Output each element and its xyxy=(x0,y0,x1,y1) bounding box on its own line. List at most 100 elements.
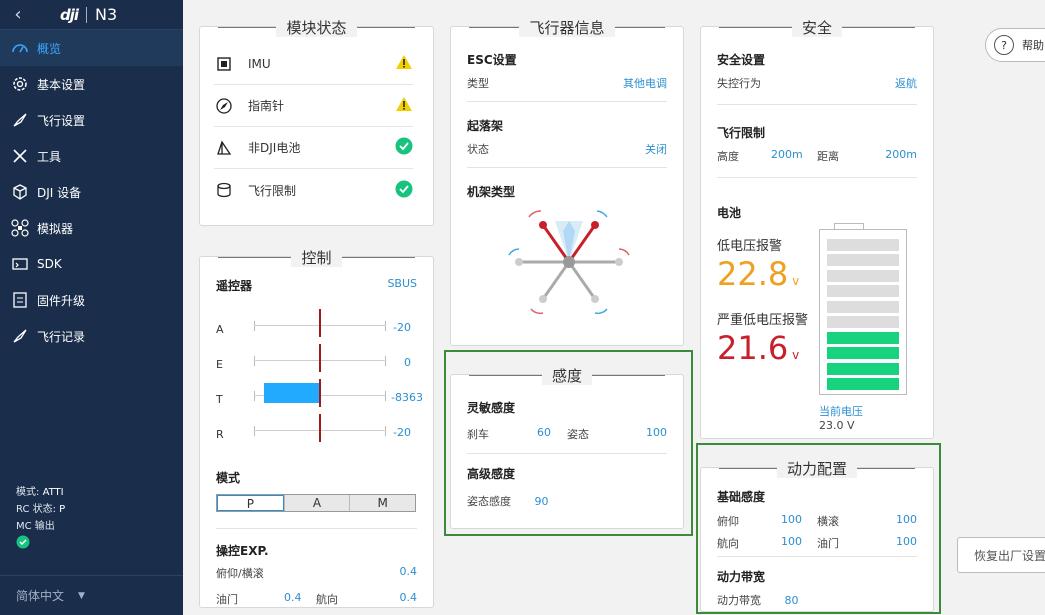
module-status-panel: 模块状态 IMU 指南针 非DJI电池 飞行限制 xyxy=(199,19,434,226)
battery-section-label: 电池 xyxy=(717,206,742,220)
panel-title: 控制 xyxy=(200,247,433,268)
gear-state-value[interactable]: 关闭 xyxy=(645,141,667,157)
mode-option-p[interactable]: P xyxy=(217,495,284,511)
panel-title: 感度 xyxy=(451,365,683,386)
rocket-icon xyxy=(10,110,30,130)
dji-logo: dji xyxy=(60,5,79,24)
yaw-gain-value[interactable]: 100 xyxy=(781,535,802,548)
channel-value: -8363 xyxy=(391,391,423,404)
battery-cell xyxy=(827,300,899,313)
gear-section-label: 起落架 xyxy=(467,119,504,133)
nav-item-sdk[interactable]: SDK xyxy=(0,246,183,282)
low-voltage-label: 低电压报警 xyxy=(717,239,783,254)
battery-gauge xyxy=(819,229,907,395)
battery-cell xyxy=(827,269,899,282)
module-label: 指南针 xyxy=(248,99,285,113)
nav-label: DJI 设备 xyxy=(37,185,82,200)
nav-label: 概览 xyxy=(37,41,62,56)
critical-voltage-label: 严重低电压报警 xyxy=(717,313,809,328)
brake-value[interactable]: 60 xyxy=(537,426,551,439)
gear-icon xyxy=(10,74,30,94)
gauge-icon xyxy=(10,38,30,58)
nav-item-flight[interactable]: 飞行设置 xyxy=(0,102,183,138)
exp-pitch-roll-row: 俯仰/横滚 0.4 xyxy=(216,565,417,580)
mode-value: ATTI xyxy=(42,487,64,498)
attitude-value[interactable]: 100 xyxy=(646,426,667,439)
sdk-icon xyxy=(10,254,30,274)
nav-item-firmware[interactable]: 固件升级 xyxy=(0,282,183,318)
critical-voltage-unit: v xyxy=(792,348,800,362)
power-config-panel: 动力配置 基础感度 俯仰 100 横滚 100 航向 100 油门 100 动力… xyxy=(700,460,934,612)
throttle-gain-value[interactable]: 100 xyxy=(896,535,917,548)
exp-throttle-yaw-row: 油门 0.4 航向 0.4 xyxy=(216,591,417,606)
channel-value: -20 xyxy=(393,426,411,439)
battery-cell xyxy=(827,378,899,390)
mc-ok-icon xyxy=(16,535,65,555)
mode-label: 模式: xyxy=(16,487,40,498)
battery-cell xyxy=(827,362,899,375)
nav-label: 飞行记录 xyxy=(37,329,86,344)
firmware-icon xyxy=(10,290,30,310)
cube-icon xyxy=(10,182,30,202)
failsafe-value[interactable]: 返航 xyxy=(895,75,917,91)
cylinder-icon xyxy=(214,182,234,198)
power-bandwidth-row: 动力带宽 80 xyxy=(717,594,799,607)
mode-option-a[interactable]: A xyxy=(283,495,350,511)
basic-sensitivity-label: 灵敏感度 xyxy=(467,401,516,415)
battery-cell xyxy=(827,331,899,344)
panel-title: 动力配置 xyxy=(701,458,933,479)
roll-gain-value[interactable]: 100 xyxy=(896,513,917,526)
compass-icon xyxy=(214,97,234,114)
distance-limit-value[interactable]: 200m xyxy=(885,148,917,161)
sensitivity-panel: 感度 灵敏感度 刹车 60 姿态 100 高级感度 姿态感度 90 xyxy=(450,367,684,529)
nav-item-tools[interactable]: 工具 xyxy=(0,138,183,174)
low-voltage-value-group[interactable]: 22.8 v xyxy=(717,255,799,293)
check-ok-icon xyxy=(395,137,413,158)
rc-section-label: 遥控器 xyxy=(216,279,253,293)
channel-center-marker xyxy=(319,379,321,407)
module-label: 非DJI电池 xyxy=(248,141,301,155)
nav-label: 模拟器 xyxy=(37,221,74,236)
flight-limits-label: 飞行限制 xyxy=(717,126,766,140)
mode-option-m[interactable]: M xyxy=(349,495,416,511)
nav-item-basic[interactable]: 基本设置 xyxy=(0,66,183,102)
sidebar-header: ‹ dji N3 xyxy=(0,0,183,30)
back-icon[interactable]: ‹ xyxy=(0,4,36,25)
nav-item-simulator[interactable]: 模拟器 xyxy=(0,210,183,246)
check-ok-icon xyxy=(395,180,413,201)
nav-item-overview[interactable]: 概览 xyxy=(0,30,183,66)
language-select[interactable]: 简体中文 ▼ xyxy=(0,575,183,615)
channel-name: R xyxy=(216,428,224,441)
module-label: IMU xyxy=(248,56,271,71)
esc-type-value[interactable]: 其他电调 xyxy=(623,75,667,91)
battery-cell xyxy=(827,347,899,359)
adv-attitude-value[interactable]: 90 xyxy=(535,495,549,508)
power-bandwidth-label: 动力带宽 xyxy=(717,570,766,584)
nav-label: 工具 xyxy=(37,149,62,164)
battery-icon xyxy=(214,140,234,156)
power-pitch-roll-row: 俯仰 100 横滚 100 xyxy=(717,513,917,528)
height-limit-value[interactable]: 200m xyxy=(771,148,803,161)
low-voltage-unit: v xyxy=(792,274,800,288)
channel-name: A xyxy=(216,323,224,336)
panel-title: 飞行器信息 xyxy=(451,17,683,38)
tools-icon xyxy=(10,146,30,166)
nav-label: 基本设置 xyxy=(37,77,86,92)
nav-item-dji-devices[interactable]: DJI 设备 xyxy=(0,174,183,210)
frame-section-label: 机架类型 xyxy=(467,185,516,199)
bandwidth-value[interactable]: 80 xyxy=(785,594,799,607)
nav-item-flight-log[interactable]: 飞行记录 xyxy=(0,318,183,354)
module-row-flight-limit: 飞行限制 xyxy=(214,169,413,211)
channel-fill-bar xyxy=(264,383,319,403)
battery-cell xyxy=(827,285,899,297)
channel-name: T xyxy=(216,393,223,406)
factory-reset-button[interactable]: 恢复出厂设置 xyxy=(957,537,1045,573)
battery-cell xyxy=(827,238,899,251)
pitch-gain-value[interactable]: 100 xyxy=(781,513,802,526)
critical-voltage-value-group[interactable]: 21.6 v xyxy=(717,329,799,367)
safety-panel: 安全 安全设置 失控行为 返航 飞行限制 高度 200m 距离 200m 电池 … xyxy=(700,19,934,439)
channel-row-r: R -20 xyxy=(216,414,423,450)
help-button[interactable]: ? 帮助 xyxy=(985,28,1045,62)
channel-row-e: E 0 xyxy=(216,344,423,380)
chip-icon xyxy=(214,56,234,72)
